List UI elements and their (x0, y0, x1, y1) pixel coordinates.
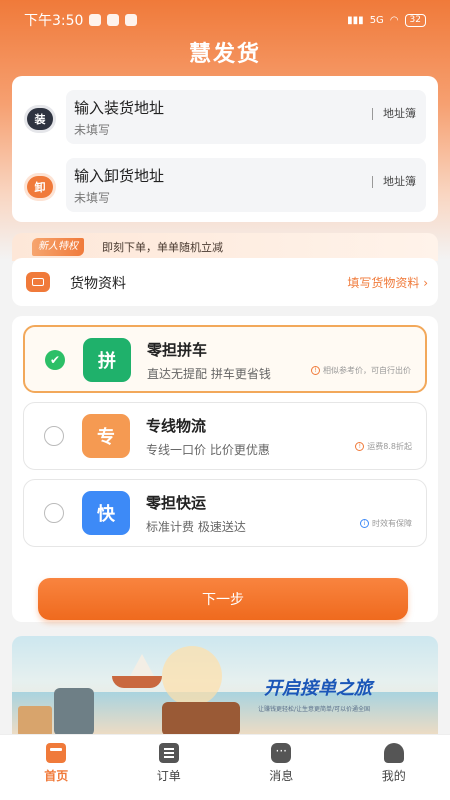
message-icon (271, 743, 292, 763)
tab-orders[interactable]: 订单 (129, 743, 209, 800)
app-title: 慧发货 (188, 42, 261, 67)
address-card: 装 输入装货地址 未填写 地址簿 卸 输入卸货地址 未填写 地址簿 (12, 76, 438, 222)
banner-boat-illustration (112, 676, 162, 688)
tab-profile[interactable]: 我的 (354, 743, 434, 800)
option-note-text: 相似参考价，可自行出价 (323, 366, 411, 375)
load-address-title: 输入装货地址 (74, 99, 165, 117)
tab-label: 消息 (269, 769, 294, 783)
banner-luggage-illustration (54, 688, 94, 736)
check-icon[interactable]: ✔ (45, 350, 65, 370)
cargo-info-row[interactable]: 货物资料 填写货物资料 › (12, 258, 438, 306)
option-note-text: 运费8.8折起 (367, 442, 412, 451)
option-dedicated-line[interactable]: 专 专线物流 专线一口价 比价更优惠 ! 运费8.8折起 (23, 402, 427, 470)
promo-image-banner[interactable]: 开启接单之旅 让赚钱更轻松/让生意更简单/可以价通全国 (12, 636, 438, 736)
tab-label: 首页 (44, 769, 69, 783)
tab-label: 订单 (156, 769, 181, 783)
load-address-status: 未填写 (74, 123, 111, 137)
banner-sail-illustration (130, 654, 154, 676)
unload-address-field[interactable]: 输入卸货地址 未填写 地址簿 (66, 158, 426, 212)
cargo-label: 货物资料 (70, 276, 126, 292)
profile-icon (383, 743, 404, 763)
unload-address-status: 未填写 (74, 191, 111, 205)
tab-label: 我的 (381, 769, 406, 783)
status-time: 下午3:50 (24, 13, 84, 29)
network-label: 5G (369, 14, 384, 26)
app-notification-icon (89, 14, 102, 26)
promo-banner: 新人特权 即刻下单，单单随机立减 (12, 233, 438, 261)
load-badge-icon: 装 (27, 108, 53, 130)
fill-cargo-info-link[interactable]: 填写货物资料 › (347, 274, 428, 291)
signal-icon: ▮▮▮ (347, 14, 364, 26)
home-icon (46, 743, 67, 763)
unload-address-title: 输入卸货地址 (74, 167, 165, 185)
promo-tag: 新人特权 (32, 238, 84, 256)
radio-button[interactable] (44, 503, 64, 523)
next-step-button[interactable]: 下一步 (38, 578, 408, 620)
option-note: ! 运费8.8折起 (355, 441, 412, 452)
battery-icon: 32 (404, 13, 426, 27)
shipping-options-card: ✔ 拼 零担拼车 直达无提配 拼车更省钱 ! 相似参考价，可自行出价 专 专线物… (12, 316, 438, 622)
load-address-row[interactable]: 装 输入装货地址 未填写 地址簿 (12, 90, 438, 146)
tiktok-notification-icon (125, 14, 138, 26)
option-note: i 时效有保障 (360, 518, 412, 529)
load-address-field[interactable]: 输入装货地址 未填写 地址簿 (66, 90, 426, 144)
unload-address-book-button[interactable]: 地址簿 (372, 176, 416, 188)
option-desc: 标准计费 极速送达 (146, 520, 246, 534)
unload-address-row[interactable]: 卸 输入卸货地址 未填写 地址簿 (12, 158, 438, 214)
option-desc: 专线一口价 比价更优惠 (146, 443, 270, 457)
tab-home[interactable]: 首页 (16, 743, 96, 800)
order-icon (158, 743, 179, 763)
info-icon: ! (311, 366, 320, 375)
status-bar: 下午3:50 ▮▮▮ 5G ◠ 32 (0, 0, 450, 40)
banner-sun-illustration (162, 646, 222, 706)
carpool-icon: 拼 (83, 338, 131, 382)
banner-box-illustration (18, 706, 52, 736)
tab-messages[interactable]: 消息 (241, 743, 321, 800)
wifi-icon: ◠ (389, 14, 399, 26)
bottom-tab-bar: 首页 订单 消息 我的 (0, 734, 450, 800)
cargo-box-icon (26, 272, 50, 292)
banner-title: 开启接单之旅 (264, 678, 372, 699)
option-title: 零担拼车 (147, 341, 208, 359)
option-desc: 直达无提配 拼车更省钱 (147, 367, 271, 381)
radio-button[interactable] (44, 426, 64, 446)
option-ltl-express[interactable]: 快 零担快运 标准计费 极速送达 i 时效有保障 (23, 479, 427, 547)
dedicated-line-icon: 专 (82, 414, 130, 458)
info-icon: i (360, 519, 369, 528)
promo-text: 即刻下单，单单随机立减 (102, 241, 223, 254)
banner-suitcase-illustration (162, 702, 240, 736)
unload-badge-icon: 卸 (27, 176, 53, 198)
option-note-text: 时效有保障 (372, 519, 412, 528)
option-ltl-carpool[interactable]: ✔ 拼 零担拼车 直达无提配 拼车更省钱 ! 相似参考价，可自行出价 (23, 325, 427, 393)
option-note: ! 相似参考价，可自行出价 (311, 365, 411, 376)
express-icon: 快 (82, 491, 130, 535)
info-icon: ! (355, 442, 365, 451)
load-address-book-button[interactable]: 地址簿 (372, 108, 416, 120)
option-title: 专线物流 (146, 417, 207, 435)
banner-subtitle: 让赚钱更轻松/让生意更简单/可以价通全国 (258, 706, 371, 713)
option-title: 零担快运 (146, 494, 207, 512)
message-notification-icon (107, 14, 120, 26)
